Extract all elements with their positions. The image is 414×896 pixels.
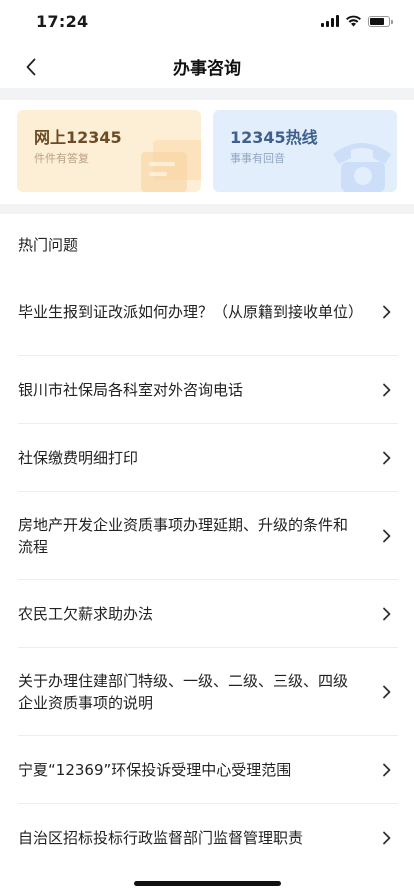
home-indicator[interactable] bbox=[134, 881, 281, 886]
question-item[interactable]: 关于办理住建部门特级、一级、二级、三级、四级企业资质事项的说明 bbox=[0, 648, 414, 736]
question-text: 宁夏“12369”环保投诉受理中心受理范围 bbox=[18, 761, 292, 779]
card-online-12345[interactable]: 网上12345 件件有答复 bbox=[17, 110, 201, 192]
section-title: 热门问题 bbox=[18, 236, 79, 254]
wifi-icon bbox=[346, 15, 361, 27]
question-text: 社保缴费明细打印 bbox=[18, 449, 139, 467]
chevron-right-icon bbox=[383, 685, 391, 699]
question-text: 房地产开发企业资质事项办理延期、升级的条件和流程 bbox=[18, 516, 349, 556]
card-hotline-12345[interactable]: 12345热线 事事有回音 bbox=[213, 110, 397, 192]
question-text: 农民工欠薪求助办法 bbox=[18, 605, 154, 623]
question-text: 银川市社保局各科室对外咨询电话 bbox=[18, 381, 244, 399]
service-cards: 网上12345 件件有答复 12345热线 事事有回音 bbox=[0, 100, 414, 204]
cellular-signal-icon bbox=[321, 15, 339, 27]
card-online-subtitle: 件件有答复 bbox=[34, 152, 89, 165]
card-hotline-title: 12345热线 bbox=[230, 128, 318, 147]
question-item[interactable]: 银川市社保局各科室对外咨询电话 bbox=[0, 356, 414, 424]
status-time: 17:24 bbox=[36, 12, 89, 31]
chevron-right-icon bbox=[383, 831, 391, 845]
chevron-right-icon bbox=[383, 607, 391, 621]
question-text: 关于办理住建部门特级、一级、二级、三级、四级企业资质事项的说明 bbox=[18, 672, 349, 712]
divider-band bbox=[0, 88, 414, 100]
document-icon bbox=[141, 140, 201, 192]
question-list: 毕业生报到证改派如何办理？（从原籍到接收单位） 银川市社保局各科室对外咨询电话 … bbox=[0, 268, 414, 872]
question-item[interactable]: 自治区招标投标行政监督部门监督管理职责 bbox=[0, 804, 414, 872]
chevron-right-icon bbox=[383, 529, 391, 543]
question-text: 自治区招标投标行政监督部门监督管理职责 bbox=[18, 829, 304, 847]
question-item[interactable]: 毕业生报到证改派如何办理？（从原籍到接收单位） bbox=[0, 268, 414, 356]
nav-bar: 办事咨询 bbox=[0, 44, 414, 88]
card-hotline-subtitle: 事事有回音 bbox=[230, 152, 285, 165]
chevron-right-icon bbox=[383, 451, 391, 465]
question-text: 毕业生报到证改派如何办理？（从原籍到接收单位） bbox=[18, 303, 364, 321]
battery-icon bbox=[368, 15, 393, 27]
divider-band bbox=[0, 204, 414, 214]
status-bar: 17:24 bbox=[0, 0, 414, 44]
status-icons bbox=[321, 15, 393, 27]
chevron-right-icon bbox=[383, 305, 391, 319]
question-item[interactable]: 农民工欠薪求助办法 bbox=[0, 580, 414, 648]
battery-level bbox=[370, 17, 384, 25]
question-item[interactable]: 宁夏“12369”环保投诉受理中心受理范围 bbox=[0, 736, 414, 804]
chevron-right-icon bbox=[383, 763, 391, 777]
question-item[interactable]: 房地产开发企业资质事项办理延期、升级的条件和流程 bbox=[0, 492, 414, 580]
question-item[interactable]: 社保缴费明细打印 bbox=[0, 424, 414, 492]
chevron-right-icon bbox=[383, 383, 391, 397]
page-title: 办事咨询 bbox=[173, 59, 241, 79]
card-online-title: 网上12345 bbox=[34, 128, 122, 147]
telephone-icon bbox=[333, 143, 391, 192]
